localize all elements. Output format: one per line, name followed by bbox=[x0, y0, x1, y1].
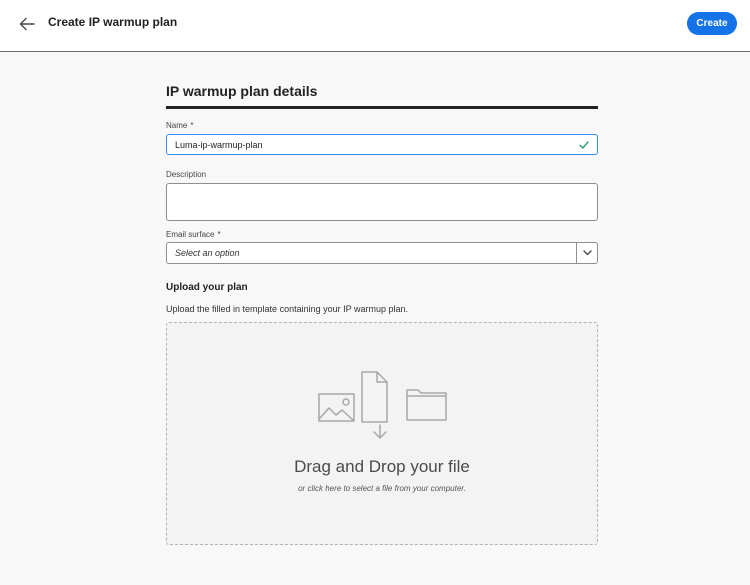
section-title: IP warmup plan details bbox=[166, 83, 318, 99]
name-input[interactable] bbox=[175, 139, 579, 150]
email-surface-select[interactable]: Select an option bbox=[166, 242, 598, 264]
required-mark: * bbox=[190, 121, 194, 130]
upload-title: Upload your plan bbox=[166, 282, 248, 293]
name-label-text: Name bbox=[166, 121, 188, 130]
email-surface-placeholder: Select an option bbox=[175, 248, 240, 258]
file-upload-illustration bbox=[318, 371, 447, 439]
email-surface-label: Email surface * bbox=[166, 230, 221, 239]
document-down-icon bbox=[361, 371, 388, 439]
checkmark-icon bbox=[579, 140, 589, 149]
page-title: Create IP warmup plan bbox=[48, 15, 178, 29]
folder-icon bbox=[406, 389, 447, 421]
image-icon bbox=[318, 393, 355, 422]
back-button[interactable] bbox=[16, 13, 38, 35]
description-field[interactable] bbox=[166, 183, 598, 221]
create-button[interactable]: Create bbox=[687, 12, 737, 35]
dropzone-title: Drag and Drop your file bbox=[294, 457, 470, 476]
top-bar: Create IP warmup plan Create bbox=[0, 0, 750, 52]
file-dropzone[interactable]: Drag and Drop your file or click here to… bbox=[166, 322, 598, 545]
name-field[interactable] bbox=[166, 134, 598, 155]
arrow-left-icon bbox=[19, 17, 35, 31]
chevron-down-icon bbox=[582, 250, 592, 256]
description-label: Description bbox=[166, 170, 207, 179]
section-divider bbox=[166, 106, 598, 109]
name-label: Name * bbox=[166, 121, 193, 130]
dropzone-subtitle[interactable]: or click here to select a file from your… bbox=[167, 484, 597, 493]
required-mark: * bbox=[217, 230, 221, 239]
upload-description: Upload the filled in template containing… bbox=[166, 304, 408, 314]
email-surface-label-text: Email surface bbox=[166, 230, 215, 239]
select-toggle[interactable] bbox=[576, 243, 597, 263]
